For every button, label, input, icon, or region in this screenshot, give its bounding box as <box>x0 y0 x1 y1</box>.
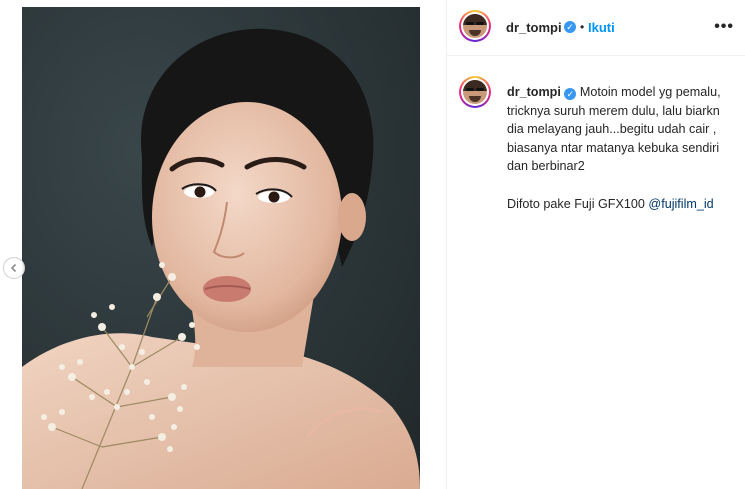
caption-text-line-1: Motoin model yg pemalu, <box>579 85 721 99</box>
caption-footer: Difoto pake Fuji GFX100 @fujifilm_id <box>507 195 739 214</box>
profile-picture <box>463 14 487 38</box>
caption-text-line-4: biasanya ntar matanya kebuka sendiri <box>507 140 720 155</box>
verified-badge-icon: ✓ <box>564 21 576 33</box>
post-caption: dr_tompi ✓ Motoin model yg pemalu, trick… <box>507 83 739 213</box>
caption-line: dr_tompi ✓ Motoin model yg pemalu, <box>507 83 739 102</box>
carousel-prev-button[interactable] <box>3 257 25 279</box>
verified-badge-icon: ✓ <box>564 88 577 100</box>
caption-text-line-3: dia melayang jauh...begitu udah cair , <box>507 122 717 137</box>
caption-footer-text: Difoto pake Fuji GFX100 <box>507 196 649 211</box>
chevron-left-icon <box>10 263 17 273</box>
caption-username[interactable]: dr_tompi <box>507 85 561 99</box>
post-sidebar: dr_tompi ✓ • Ikuti ••• dr_tompi ✓ Motoin… <box>446 0 745 489</box>
separator-dot: • <box>580 20 585 34</box>
caption-text-line-2: tricknya suruh merem dulu, lalu biarkn <box>507 103 720 118</box>
avatar[interactable] <box>459 10 491 42</box>
portrait-image <box>22 7 420 489</box>
post-header: dr_tompi ✓ • Ikuti ••• <box>447 0 745 56</box>
caption-text-line-5: dan berbinar2 <box>507 159 585 174</box>
post-username[interactable]: dr_tompi <box>506 20 562 35</box>
profile-picture <box>463 80 487 104</box>
mention-link[interactable]: @fujifilm_id <box>648 197 713 211</box>
post-photo[interactable] <box>22 7 420 489</box>
caption-avatar[interactable] <box>459 76 491 108</box>
follow-button[interactable]: Ikuti <box>588 20 615 35</box>
more-horizontal-icon[interactable]: ••• <box>714 18 734 36</box>
